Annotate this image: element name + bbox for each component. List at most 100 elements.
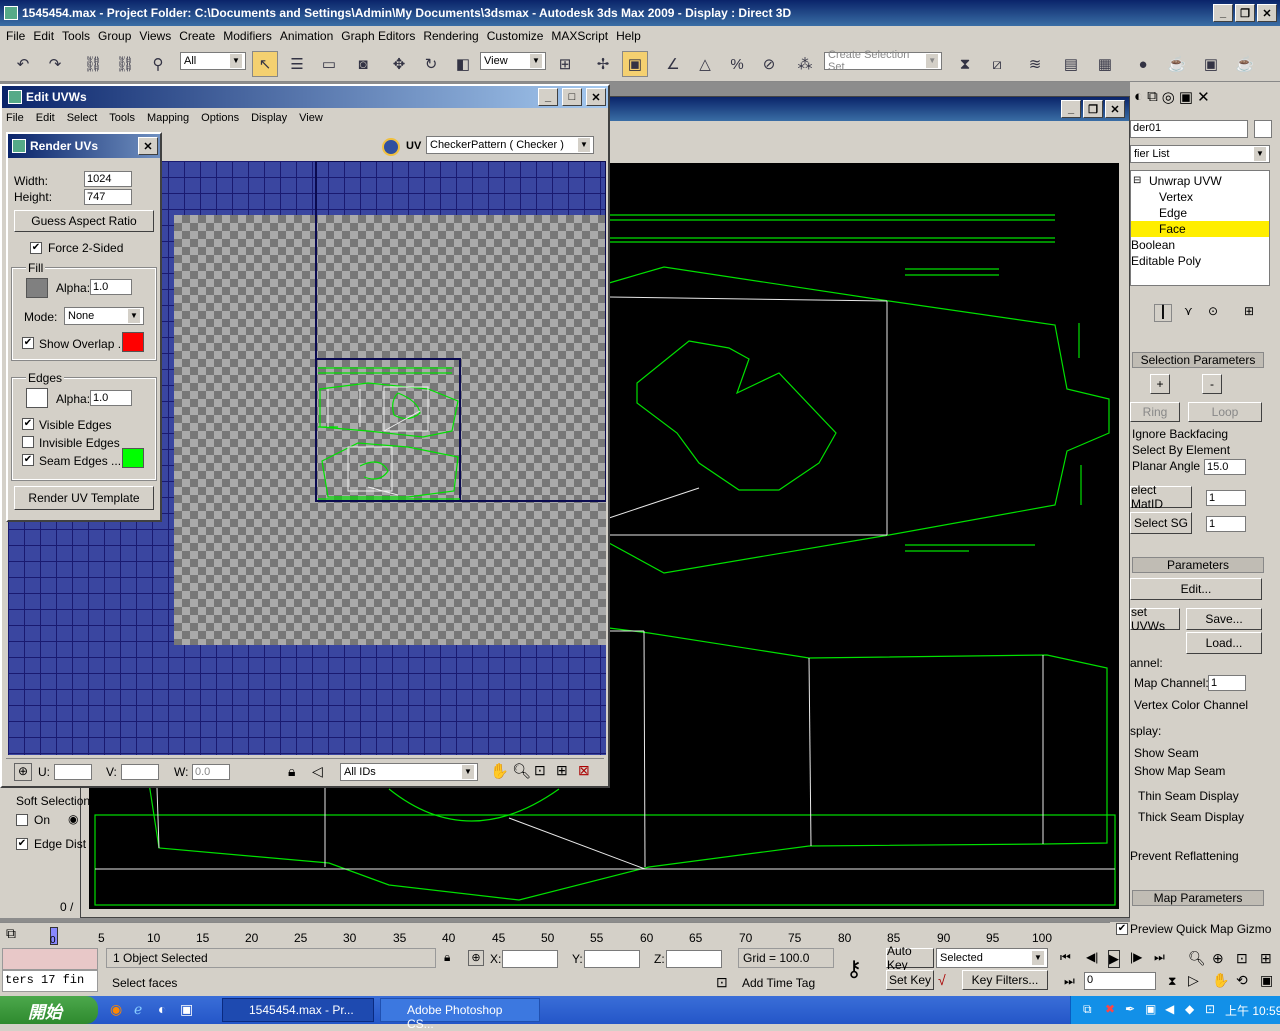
visible-edges-checkbox[interactable]: ✔ [22,418,34,430]
show-overlap-checkbox[interactable]: ✔ [22,337,34,349]
goto-end-icon[interactable]: ⏭ [1154,950,1165,965]
undo-icon[interactable]: ↶ [10,51,36,77]
render-uv-template-button[interactable]: Render UV Template [14,486,154,510]
uv-menu-display[interactable]: Display [251,112,287,124]
menu-file[interactable]: File [2,29,29,43]
show-seam-label[interactable]: Show Seam [1134,746,1199,760]
uv-menu-options[interactable]: Options [201,112,239,124]
uv-menu-tools[interactable]: Tools [109,112,135,124]
bind-spacewarp-icon[interactable]: ⚲ [145,51,171,77]
thick-seam-label[interactable]: Thick Seam Display [1138,810,1244,824]
prev-frame-icon[interactable]: ◀| [1086,950,1098,964]
utilities-tab-icon[interactable]: ✕ [1197,88,1210,110]
zoom-icon[interactable]: 🔍︎ [512,762,531,780]
stack-vertex[interactable]: Vertex [1159,190,1193,204]
add-time-tag-label[interactable]: Add Time Tag [742,976,815,990]
overlap-color-swatch[interactable] [122,332,144,352]
texture-map-dropdown[interactable]: CheckerPattern ( Checker ) ▼ [426,136,594,154]
width-spinner[interactable]: 1024 [84,171,132,187]
menu-edit[interactable]: Edit [29,29,58,43]
v-spinner[interactable] [121,764,159,780]
pan-view-icon[interactable]: ✋ [1212,972,1229,989]
ref-coord-dropdown[interactable]: View ▼ [480,52,546,70]
render-setup-icon[interactable]: ☕ [1164,51,1190,77]
y-coordinate-field[interactable] [584,950,640,968]
menu-rendering[interactable]: Rendering [419,29,482,43]
goto-start-icon[interactable]: ⏮ [1060,950,1071,965]
close-button[interactable]: ✕ [1257,4,1277,22]
material-editor-icon[interactable]: ● [1130,51,1156,77]
radio-icon[interactable]: ◉ [68,812,78,826]
modifier-list-dropdown[interactable]: fier List ▼ [1130,145,1270,163]
pin-stack-icon[interactable]: ┃ [1154,304,1172,322]
prevent-reflattening-label[interactable]: Prevent Reflattening [1130,849,1239,863]
map-channel-label[interactable]: Map Channel: [1134,676,1209,690]
ids-dropdown[interactable]: All IDs ▼ [340,763,478,781]
tray-monitor-icon[interactable]: ▣ [1145,1002,1156,1016]
menu-modifiers[interactable]: Modifiers [219,29,276,43]
motion-tab-icon[interactable]: ◎ [1162,88,1175,110]
edit-button[interactable]: Edit... [1130,578,1262,600]
menu-help[interactable]: Help [612,29,645,43]
z-coordinate-field[interactable] [666,950,722,968]
menu-create[interactable]: Create [175,29,219,43]
menu-views[interactable]: Views [135,29,175,43]
map-channel-spinner[interactable]: 1 [1208,675,1246,691]
quicklaunch-icon[interactable]: ▣ [180,1001,193,1018]
uv-menu-mapping[interactable]: Mapping [147,112,189,124]
menu-graph-editors[interactable]: Graph Editors [337,29,419,43]
rendered-frame-icon[interactable]: ▣ [1198,51,1224,77]
menu-animation[interactable]: Animation [276,29,337,43]
layer-manager-icon[interactable]: ≋ [1022,51,1048,77]
pivot-center-icon[interactable]: ⊞ [552,51,578,77]
texture-icon[interactable] [382,138,400,156]
grow-selection-button[interactable]: + [1150,374,1170,394]
unlink-icon[interactable]: ⛓ [112,51,138,77]
rotate-icon[interactable]: ↻ [418,51,444,77]
orbit-icon[interactable]: ⟲ [1236,972,1248,989]
time-config-icon[interactable]: ⧗ [1168,974,1176,989]
lock-icon[interactable]: 🔒︎ [288,763,295,780]
auto-key-button[interactable]: Auto Key [886,944,934,972]
seam-color-swatch[interactable] [122,448,144,468]
edge-dist-checkbox[interactable]: ✔ [16,838,28,850]
viewport-maximize-button[interactable]: ❐ [1083,100,1103,118]
selection-filter-dropdown[interactable]: All ▼ [180,52,246,70]
minimize-button[interactable]: _ [1213,4,1233,22]
media-icon[interactable]: ◐ [158,1001,166,1017]
vertex-color-channel-label[interactable]: Vertex Color Channel [1134,698,1248,712]
named-selection-dropdown[interactable]: Create Selection Set ▼ [824,49,942,73]
soft-on-checkbox[interactable] [16,814,28,826]
key-mode-icon[interactable]: √ [938,972,946,988]
sg-spinner[interactable]: 1 [1206,516,1246,532]
zoom-region-icon[interactable]: ⊡ [534,762,546,779]
show-end-result-icon[interactable]: ⋎ [1184,304,1193,318]
viewport-close-button[interactable]: ✕ [1105,100,1125,118]
next-frame-icon[interactable]: |▶ [1130,950,1142,964]
transform-mode-icon[interactable]: ⊕ [468,950,484,966]
quick-render-icon[interactable]: ☕ [1232,51,1258,77]
menu-maxscript[interactable]: MAXScript [547,29,612,43]
selection-parameters-rollout[interactable]: Selection Parameters [1132,352,1264,368]
ie-icon[interactable]: ℯ [134,1001,142,1018]
uv-menu-file[interactable]: File [6,112,24,124]
select-matid-button[interactable]: elect MatID [1130,483,1192,511]
make-unique-icon[interactable]: ⊙ [1208,304,1218,318]
key-mode-toggle-icon[interactable]: ⏭ [1064,974,1075,989]
select-sg-button[interactable]: Select SG [1130,512,1192,534]
thin-seam-label[interactable]: Thin Seam Display [1138,789,1239,803]
start-button[interactable]: 開始 [0,996,98,1024]
force-2-sided-checkbox[interactable]: ✔ [30,242,42,254]
uv-menu-select[interactable]: Select [67,112,98,124]
menu-tools[interactable]: Tools [58,29,94,43]
firefox-icon[interactable]: ◉ [110,1001,122,1018]
maxscript-mini-listener[interactable]: ters 17 fin [2,970,98,992]
tray-antivirus-icon[interactable]: ✖ [1105,1002,1115,1016]
edit-uvws-close-button[interactable]: ✕ [586,88,606,106]
map-parameters-rollout[interactable]: Map Parameters [1132,890,1264,906]
snap-icon[interactable]: ⊠ [578,762,590,779]
zoom-extents-icon[interactable]: ⊞ [556,762,568,779]
stack-boolean[interactable]: Boolean [1131,238,1175,252]
load-button[interactable]: Load... [1186,632,1262,654]
display-tab-icon[interactable]: ▣ [1179,88,1193,110]
